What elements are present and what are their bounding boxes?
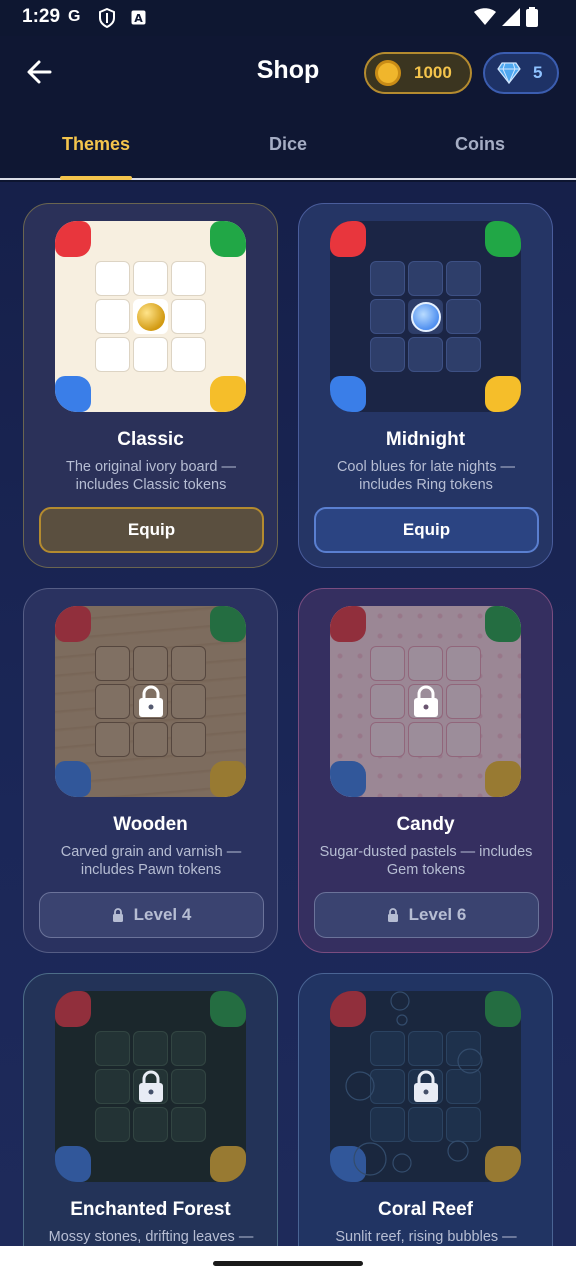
home-gesture-handle[interactable] — [213, 1261, 363, 1266]
theme-name: Midnight — [385, 429, 466, 450]
coins-count: 1000 — [414, 63, 452, 82]
lock-icon — [387, 908, 398, 922]
google-icon: G — [68, 8, 81, 25]
theme-card-wooden[interactable]: Wooden Carved grain and varnish — includ… — [23, 588, 278, 953]
lock-icon — [112, 908, 123, 922]
board-preview-candy — [330, 606, 521, 797]
equip-button[interactable]: Equip — [314, 507, 539, 553]
theme-description: Cool blues for late nights — includes Ri… — [336, 459, 516, 493]
gems-count: 5 — [533, 63, 543, 82]
theme-name: Classic — [117, 429, 184, 450]
shield-icon — [99, 8, 115, 28]
theme-description: Sugar-dusted pastels — includes Gem toke… — [319, 844, 533, 878]
lock-icon — [414, 1070, 438, 1102]
theme-name: Candy — [396, 814, 455, 835]
board-preview-classic — [55, 221, 246, 412]
theme-card-candy[interactable]: Candy Sugar-dusted pastels — includes Ge… — [298, 588, 553, 953]
theme-card-enchanted-forest[interactable]: Enchanted Forest Mossy stones, drifting … — [23, 973, 278, 1246]
coins-balance[interactable]: 1000 — [364, 52, 472, 94]
yellow-corner — [210, 376, 246, 412]
equip-button[interactable]: Equip — [39, 507, 264, 553]
status-bar: 1:29 G A — [0, 0, 576, 36]
green-corner — [210, 221, 246, 257]
theme-card-coral-reef[interactable]: Coral Reef Sunlit reef, rising bubbles — — [298, 973, 553, 1246]
theme-card-midnight[interactable]: Midnight Cool blues for late nights — in… — [298, 203, 553, 568]
battery-icon — [526, 7, 538, 27]
gems-balance[interactable]: 5 — [483, 52, 559, 94]
app-bar: Shop 1000 5 — [0, 36, 576, 112]
theme-card-classic[interactable]: Classic The original ivory board — inclu… — [23, 203, 278, 568]
unlock-level-button[interactable]: Level 4 — [39, 892, 264, 938]
unlock-level-button[interactable]: Level 6 — [314, 892, 539, 938]
theme-description: Mossy stones, drifting leaves — — [48, 1229, 254, 1245]
board-preview-coral-reef — [330, 991, 521, 1182]
unlock-level-label: Level 6 — [408, 905, 467, 924]
wifi-icon — [474, 8, 496, 25]
theme-name: Coral Reef — [377, 1199, 474, 1220]
themes-grid: Classic The original ivory board — inclu… — [0, 182, 576, 1246]
theme-description: Carved grain and varnish — includes Pawn… — [60, 844, 242, 878]
active-tab-indicator — [60, 176, 132, 180]
theme-description: Sunlit reef, rising bubbles — — [335, 1229, 517, 1245]
cellular-signal-icon — [502, 8, 520, 26]
tab-bar: Themes Dice Coins — [0, 112, 576, 180]
theme-name: Wooden — [113, 814, 188, 835]
tab-themes[interactable]: Themes — [0, 134, 192, 155]
tab-coins[interactable]: Coins — [384, 134, 576, 155]
svg-text:A: A — [134, 12, 143, 25]
app-notification-icon: A — [131, 10, 146, 25]
system-navigation-bar — [0, 1246, 576, 1280]
unlock-level-label: Level 4 — [133, 905, 192, 924]
theme-name: Enchanted Forest — [70, 1199, 231, 1220]
lock-icon — [139, 1070, 163, 1102]
board-preview-enchanted-forest — [55, 991, 246, 1182]
status-time: 1:29 — [22, 6, 61, 27]
board-preview-midnight — [330, 221, 521, 412]
board-preview-wooden — [55, 606, 246, 797]
red-corner — [55, 221, 91, 257]
ring-token-icon — [410, 301, 441, 332]
coin-icon — [375, 60, 401, 86]
tab-dice[interactable]: Dice — [192, 134, 384, 155]
gold-token-icon — [136, 302, 165, 331]
lock-icon — [414, 685, 438, 717]
theme-description: The original ivory board — includes Clas… — [65, 459, 237, 493]
gem-icon — [497, 62, 521, 84]
lock-icon — [139, 685, 163, 717]
blue-corner — [55, 376, 91, 412]
